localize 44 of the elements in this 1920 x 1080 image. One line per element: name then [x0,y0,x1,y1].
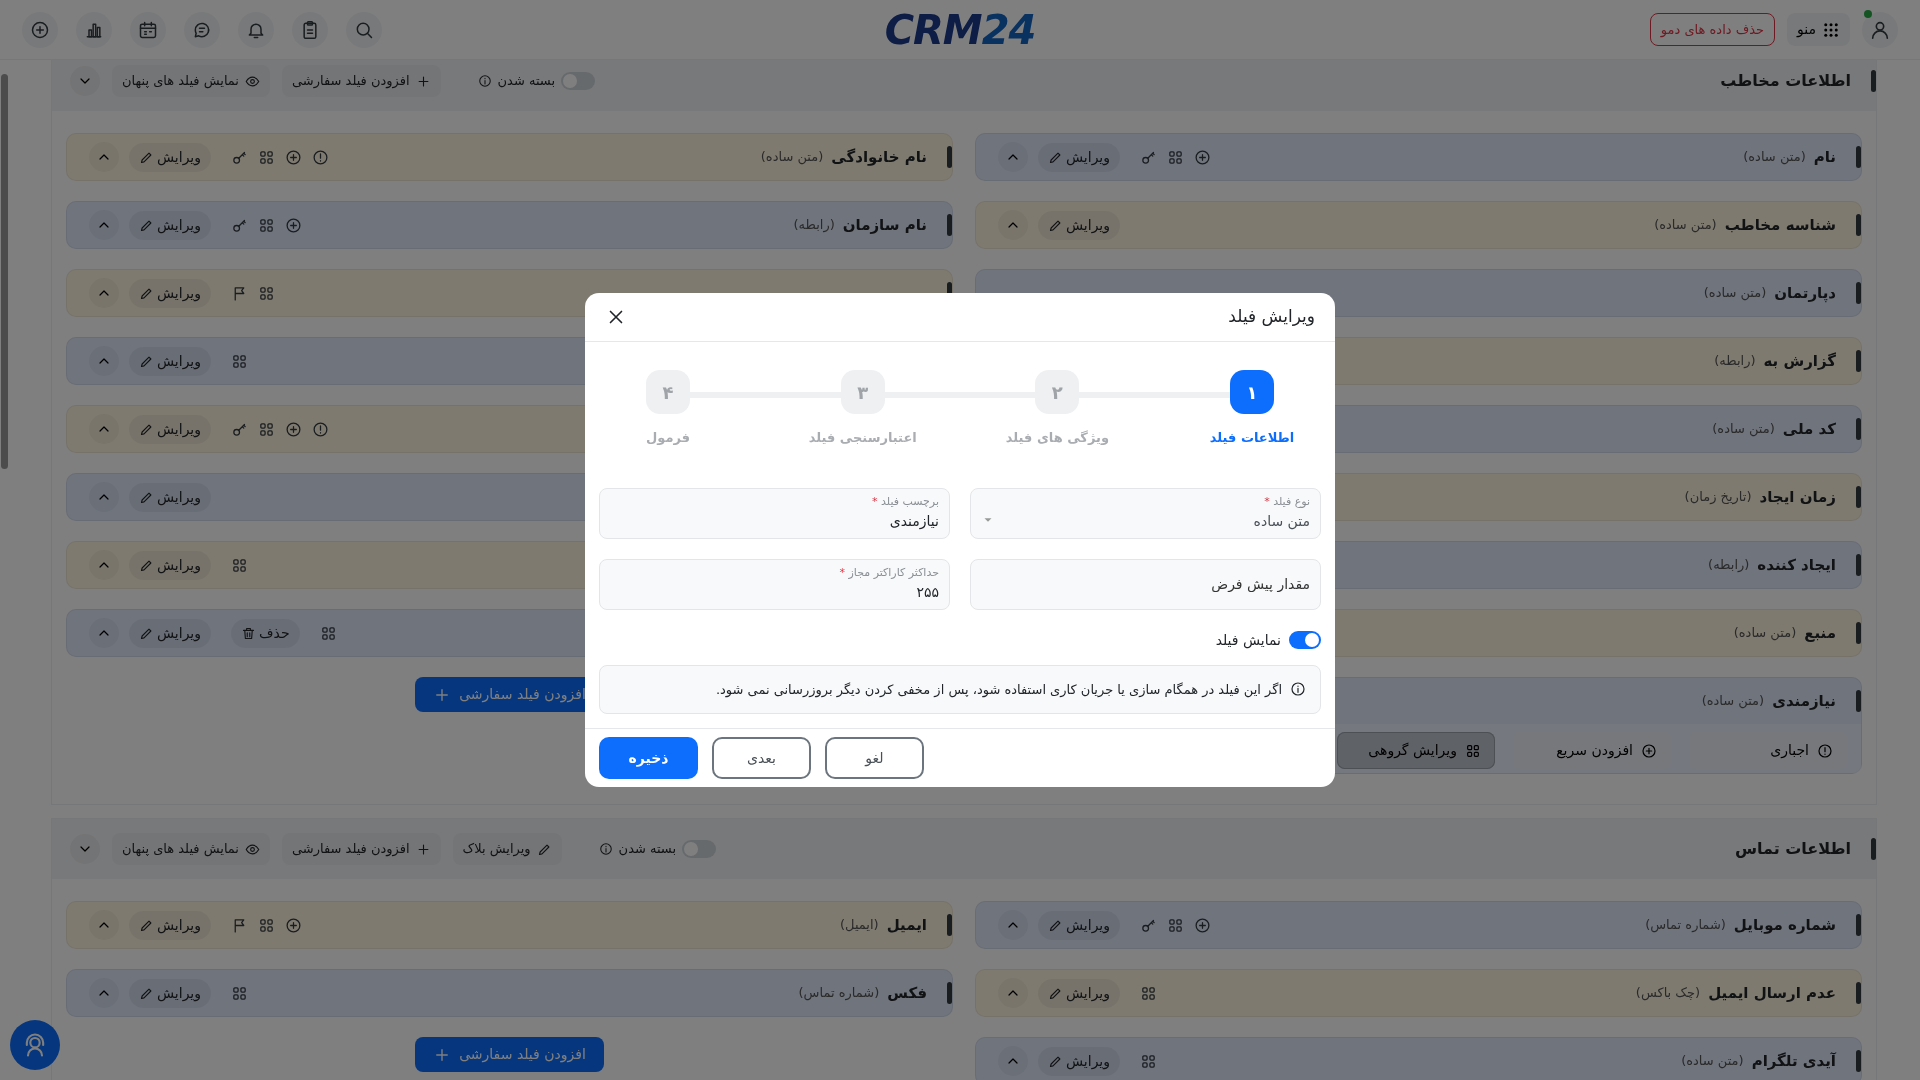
field-name: ایجاد کننده [1757,554,1836,576]
info-text: اگر این فیلد در همگام سازی یا جریان کاری استفاده شود، پس از مخفی کردن دیگر بروزرسانی نمی شود. [715,680,1282,699]
field-type: (متن ساده) [1701,692,1765,711]
field-type: (ایمیل) [840,916,879,935]
field-type: (متن ساده) [1703,284,1767,303]
field-type: (چک باکس) [1635,984,1701,1003]
field-type: (شماره تماس) [798,984,880,1003]
field-name: نام خانوادگی [831,146,927,168]
field-name: زمان ایجاد [1759,486,1836,508]
step-label: فرمول [646,429,691,447]
field-name: نام سازمان [842,214,927,236]
field-name: کد ملی [1782,418,1836,440]
field-type: (تاریخ زمان) [1684,488,1752,507]
field-type: (رابطه) [793,216,835,235]
field-type: (متن ساده) [1743,148,1806,167]
field-name: گزارش به [1763,350,1836,372]
field-name: دپارتمان [1774,282,1836,305]
field-name: شماره موبایل [1733,914,1836,936]
field-name: شناسه مخاطب [1724,214,1836,236]
field-type: (رابطه) [1708,556,1750,575]
toggle-label: نمایش فیلد [1215,630,1281,651]
logo: CRM24 [884,9,1036,50]
field-name: منبع [1804,622,1836,644]
collapse-label: بسته شدن [497,72,556,91]
field-name: نام [1813,146,1836,168]
step-label: ویژگی های فیلد [1005,429,1109,447]
field-type: (متن ساده) [1654,216,1717,235]
section-title: اطلاعات تماس [1734,838,1851,860]
field-name: فکس [887,982,927,1004]
collapse-label: بسته شدن [618,840,677,859]
modal-title: ویرایش فیلد [1228,305,1315,329]
field-type: (متن ساده) [1681,1052,1744,1071]
step-label: اعتبارسنجی فیلد [808,429,917,447]
field-type: (رابطه) [1714,352,1756,371]
step-label: اطلاعات فیلد [1209,429,1295,447]
field-name: نیازمندی [1772,690,1836,712]
section-title: اطلاعات مخاطب [1720,70,1851,92]
field-type: (متن ساده) [1712,420,1775,439]
field-type: (متن ساده) [760,148,824,167]
field-type: (متن ساده) [1733,624,1797,643]
field-type: (شماره تماس) [1645,916,1726,935]
field-name: عدم ارسال ایمیل [1708,982,1836,1004]
field-name: ایمیل [886,914,927,936]
field-name: آیدی تلگرام [1751,1050,1836,1072]
